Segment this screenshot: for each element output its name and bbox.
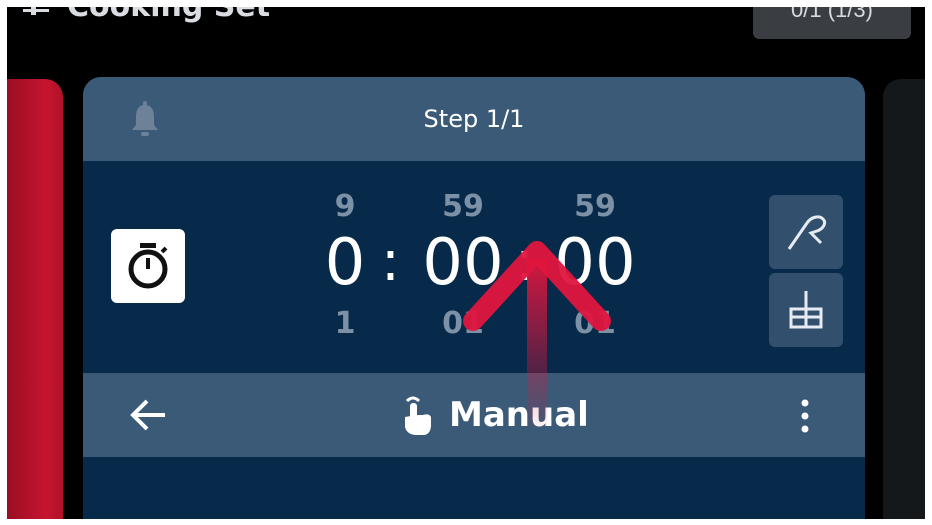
- stopwatch-icon: [128, 243, 168, 289]
- hours-next: 1: [334, 306, 356, 341]
- probe-icon: [787, 215, 827, 250]
- screen: Cooking Set 0/1 (1/3) Step 1/1: [7, 7, 925, 519]
- step-label: Step 1/1: [423, 105, 525, 133]
- card-header: Step 1/1: [83, 77, 865, 161]
- more-vertical-icon[interactable]: [795, 397, 815, 435]
- hours-value: 0: [324, 226, 366, 300]
- seconds-prev: 59: [574, 189, 616, 224]
- swipe-up-arrow-icon: [459, 237, 615, 427]
- settings-sliders-icon[interactable]: [23, 7, 49, 21]
- hours-picker[interactable]: 9 0 1: [321, 189, 369, 341]
- topbar-button[interactable]: 0/1 (1/3): [753, 7, 911, 39]
- hours-prev: 9: [334, 189, 356, 224]
- page-title: Cooking Set: [67, 7, 270, 24]
- back-arrow-icon[interactable]: [129, 399, 169, 431]
- probe-button[interactable]: [769, 195, 843, 269]
- separator: :: [381, 229, 400, 294]
- stopwatch-button[interactable]: [111, 229, 185, 303]
- step-card: Step 1/1 9 0 1 : 59 00 01 : 59 00 01 Man…: [83, 77, 865, 519]
- minutes-prev: 59: [442, 189, 484, 224]
- hand-touch-icon: [393, 393, 437, 437]
- chimney-button[interactable]: [769, 273, 843, 347]
- next-card[interactable]: [883, 79, 925, 519]
- previous-card[interactable]: [7, 79, 63, 519]
- chimney-icon: [789, 291, 823, 329]
